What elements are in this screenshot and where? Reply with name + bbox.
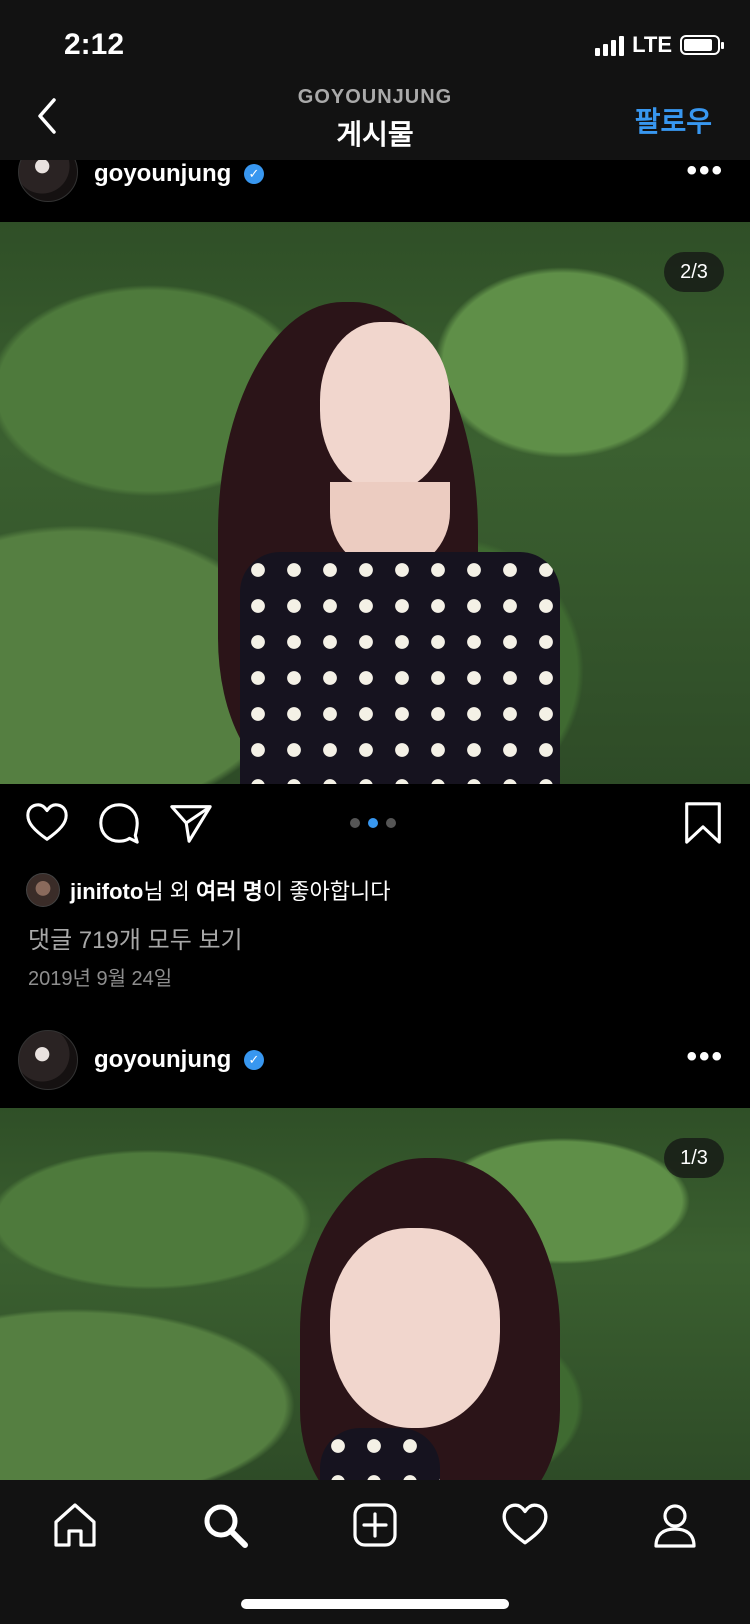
add-post-icon[interactable]	[350, 1500, 400, 1550]
avatar[interactable]	[18, 160, 78, 202]
profile-icon[interactable]	[650, 1500, 700, 1550]
liker-username[interactable]: jinifoto	[70, 879, 143, 904]
likes-suffix: 이 좋아합니다	[262, 879, 391, 904]
heart-icon[interactable]	[24, 800, 70, 846]
image-counter: 1/3	[664, 1138, 724, 1178]
carousel-dot	[350, 818, 360, 828]
signal-icon	[595, 34, 625, 56]
activity-heart-icon[interactable]	[500, 1500, 550, 1550]
carousel-indicator	[350, 818, 396, 828]
likes-summary[interactable]: jinifoto님 외 여러 명이 좋아합니다	[26, 872, 390, 908]
post-username[interactable]: goyounjung	[94, 160, 231, 188]
carousel-dot-active	[368, 818, 378, 828]
post-header: goyounjung ✓ •••	[0, 1026, 750, 1096]
more-horizontal-icon[interactable]: •••	[686, 160, 724, 188]
view-comments-link[interactable]: 댓글 719개 모두 보기	[28, 920, 243, 955]
verified-badge-icon: ✓	[244, 164, 264, 184]
comment-icon[interactable]	[96, 800, 142, 846]
post-date: 2019년 9월 24일	[28, 968, 173, 990]
carousel-dot	[386, 818, 396, 828]
battery-icon	[680, 35, 724, 55]
likes-connector: 님 외	[143, 879, 197, 904]
home-indicator	[241, 1599, 509, 1609]
likes-text: jinifoto님 외 여러 명이 좋아합니다	[70, 874, 390, 906]
top-bar: 2:12 LTE GOYOUNJUNG 게시물 팔로우	[0, 0, 750, 160]
likes-others[interactable]: 여러 명	[196, 879, 263, 904]
network-label: LTE	[632, 32, 672, 57]
paper-plane-icon[interactable]	[168, 800, 214, 846]
post-photo[interactable]: 2/3	[0, 222, 750, 784]
photo-subject-dress	[240, 552, 560, 784]
avatar[interactable]	[18, 1030, 78, 1090]
follow-button[interactable]: 팔로우	[635, 100, 712, 140]
post-header: goyounjung ✓ •••	[0, 160, 750, 214]
post-username[interactable]: goyounjung	[94, 1046, 231, 1074]
liker-avatar	[26, 873, 60, 907]
verified-badge-icon: ✓	[244, 1050, 264, 1070]
more-horizontal-icon[interactable]: •••	[686, 1040, 724, 1074]
photo-subject-face	[320, 322, 450, 492]
search-icon[interactable]	[200, 1500, 250, 1550]
bottom-nav	[0, 1480, 750, 1624]
post-photo[interactable]: 1/3	[0, 1108, 750, 1480]
image-counter: 2/3	[664, 252, 724, 292]
status-indicators: LTE	[595, 32, 724, 58]
post-actions	[0, 790, 750, 860]
home-icon[interactable]	[50, 1500, 100, 1550]
status-time: 2:12	[64, 28, 125, 61]
photo-subject-dress	[320, 1428, 440, 1480]
bookmark-icon[interactable]	[680, 800, 726, 846]
photo-subject-face	[330, 1228, 500, 1428]
